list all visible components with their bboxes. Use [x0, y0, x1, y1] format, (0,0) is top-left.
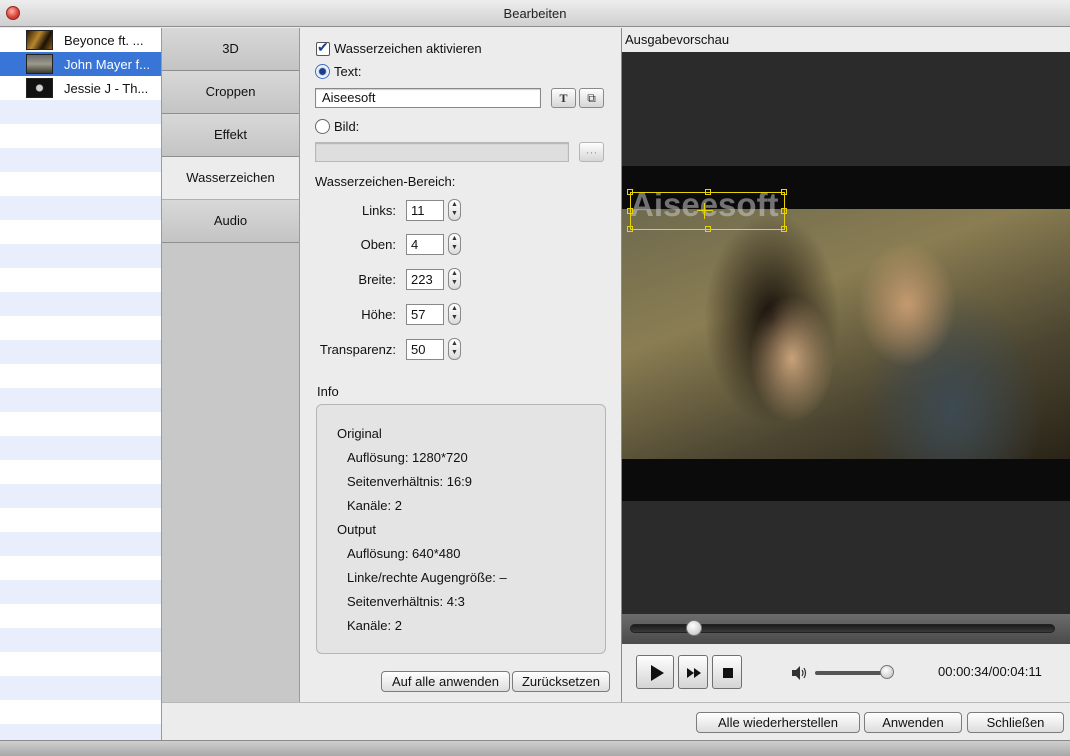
edit-tabs: 3D Croppen Effekt Wasserzeichen Audio [162, 28, 300, 702]
resize-handle[interactable] [627, 189, 633, 195]
volume-slider-knob[interactable] [879, 665, 894, 679]
file-list-item-selected[interactable]: John Mayer f... [0, 52, 161, 76]
video-thumbnail [26, 78, 53, 98]
tab-wasserzeichen[interactable]: Wasserzeichen [162, 157, 299, 200]
output-channels: Kanäle: 2 [347, 618, 402, 633]
output-aspect-ratio: Seitenverhältnis: 4:3 [347, 594, 465, 609]
width-label: Breite: [358, 272, 396, 287]
top-input[interactable]: 4 [406, 234, 444, 255]
fast-forward-button[interactable] [678, 655, 708, 689]
window-close-button[interactable] [6, 6, 20, 20]
top-stepper[interactable]: ▲ ▼ [448, 233, 461, 255]
image-radio[interactable] [315, 119, 330, 134]
file-list-item[interactable]: Jessie J - Th... [0, 76, 161, 100]
output-preview-panel: Ausgabevorschau Aiseesoft 00:00:34/00:04… [621, 28, 1070, 702]
text-radio-label: Text: [334, 64, 362, 79]
height-stepper[interactable]: ▲ ▼ [448, 303, 461, 325]
text-format-button[interactable]: T [551, 88, 576, 108]
volume-icon [792, 666, 807, 680]
image-path-input[interactable] [315, 142, 569, 162]
apply-button[interactable]: Anwenden [864, 712, 962, 733]
output-heading: Output [337, 522, 377, 537]
height-label: Höhe: [361, 307, 396, 322]
play-button[interactable] [636, 655, 674, 689]
video-thumbnail [26, 54, 53, 74]
resize-handle[interactable] [781, 208, 787, 214]
width-stepper[interactable]: ▲ ▼ [448, 268, 461, 290]
title-bar: Bearbeiten [0, 0, 1070, 27]
original-resolution: Auflösung: 1280*720 [347, 450, 468, 465]
window-title: Bearbeiten [503, 6, 567, 21]
preview-area: Aiseesoft [622, 52, 1070, 614]
play-icon [651, 665, 664, 681]
resize-handle[interactable] [705, 189, 711, 195]
transparency-input[interactable]: 50 [406, 339, 444, 360]
file-list-item[interactable]: Beyonce ft. ... [0, 28, 161, 52]
output-resolution: Auflösung: 640*480 [347, 546, 461, 561]
window-bottom-edge [0, 740, 1070, 756]
tab-audio[interactable]: Audio [162, 200, 299, 243]
preview-header: Ausgabevorschau [622, 28, 1070, 52]
top-label: Oben: [360, 237, 396, 252]
apply-to-all-button[interactable]: Auf alle anwenden [381, 671, 510, 692]
left-stepper[interactable]: ▲ ▼ [448, 199, 461, 221]
left-label: Links: [362, 203, 396, 218]
tab-3d[interactable]: 3D [162, 28, 299, 71]
watermark-text-input[interactable]: Aiseesoft [315, 88, 541, 108]
video-frame: Aiseesoft [622, 166, 1070, 501]
output-eye-size: Linke/rechte Augengröße: – [347, 570, 507, 585]
transparency-label: Transparenz: [319, 342, 396, 357]
height-input[interactable]: 57 [406, 304, 444, 325]
crosshair-icon [704, 203, 705, 219]
original-aspect-ratio: Seitenverhältnis: 16:9 [347, 474, 473, 489]
text-radio[interactable] [315, 64, 330, 79]
resize-handle[interactable] [627, 226, 633, 232]
resize-handle[interactable] [781, 189, 787, 195]
file-name: Jessie J - Th... [64, 80, 149, 96]
fast-forward-icon [687, 668, 701, 678]
info-box: Original Auflösung: 1280*720 Seitenverhä… [316, 404, 606, 654]
video-thumbnail [26, 30, 53, 50]
browse-image-button[interactable]: ··· [579, 142, 604, 162]
transparency-stepper[interactable]: ▲ ▼ [448, 338, 461, 360]
reset-button[interactable]: Zurücksetzen [512, 671, 610, 692]
file-name: John Mayer f... [64, 56, 150, 72]
file-name: Beyonce ft. ... [64, 32, 144, 48]
crosshair-icon [697, 210, 713, 211]
resize-handle[interactable] [705, 226, 711, 232]
text-style-button[interactable]: ⧉ [579, 88, 604, 108]
original-heading: Original [337, 426, 382, 441]
watermark-settings-panel: Wasserzeichen aktivieren Text: Aiseesoft… [300, 28, 621, 702]
tab-croppen[interactable]: Croppen [162, 71, 299, 114]
width-input[interactable]: 223 [406, 269, 444, 290]
info-heading: Info [317, 384, 339, 399]
stop-icon [723, 668, 733, 678]
image-radio-label: Bild: [334, 119, 360, 134]
text-option-row[interactable]: Text: [315, 64, 361, 79]
time-display: 00:00:34/00:04:11 [938, 664, 1042, 679]
resize-handle[interactable] [627, 208, 633, 214]
watermark-area-label: Wasserzeichen-Bereich: [315, 174, 456, 189]
resize-handle[interactable] [781, 226, 787, 232]
original-channels: Kanäle: 2 [347, 498, 402, 513]
video-image [622, 209, 1070, 459]
tab-effekt[interactable]: Effekt [162, 114, 299, 157]
dialog-button-bar: Alle wiederherstellen Anwenden Schließen [162, 702, 1070, 740]
left-input[interactable]: 11 [406, 200, 444, 221]
file-list[interactable]: Beyonce ft. ... John Mayer f... Jessie J… [0, 28, 162, 740]
playback-controls: 00:00:34/00:04:11 [622, 644, 1070, 702]
enable-watermark-row[interactable]: Wasserzeichen aktivieren [316, 39, 482, 56]
close-button[interactable]: Schließen [967, 712, 1064, 733]
enable-watermark-checkbox[interactable] [316, 39, 330, 56]
seek-bar-area [622, 614, 1070, 644]
seek-slider-knob[interactable] [685, 620, 702, 636]
watermark-selection-box[interactable] [627, 189, 787, 232]
image-option-row[interactable]: Bild: [315, 119, 359, 134]
stop-button[interactable] [712, 655, 742, 689]
restore-all-button[interactable]: Alle wiederherstellen [696, 712, 860, 733]
enable-watermark-label: Wasserzeichen aktivieren [334, 41, 482, 56]
